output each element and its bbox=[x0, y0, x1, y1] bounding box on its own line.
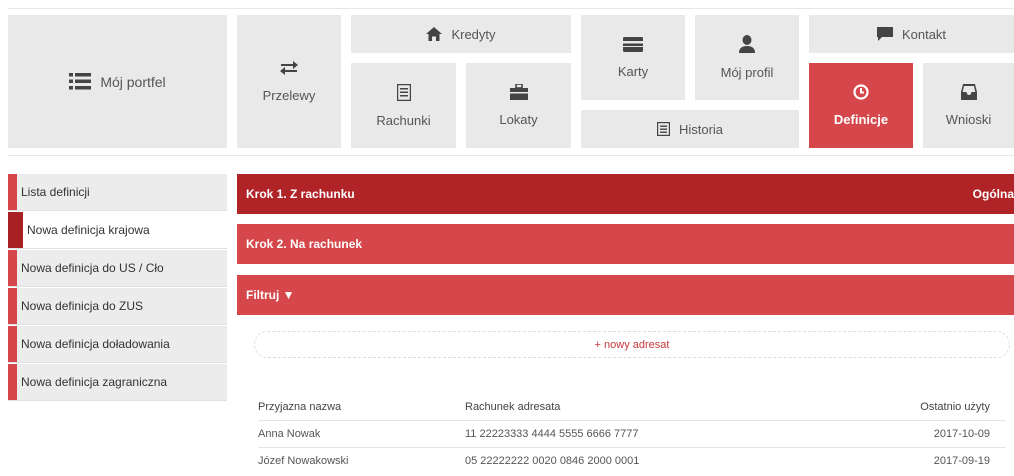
cell-last-used: 2017-09-19 bbox=[933, 455, 990, 467]
home-icon bbox=[426, 27, 443, 41]
top-divider bbox=[8, 8, 1014, 9]
cell-last-used: 2017-10-09 bbox=[933, 428, 990, 440]
sidebar-item-new-us-customs[interactable]: Nowa definicja do US / Cło bbox=[8, 250, 227, 287]
cell-friendly-name: Anna Nowak bbox=[258, 428, 321, 440]
clock-icon bbox=[853, 84, 869, 100]
step-2-to-account[interactable]: Krok 2. Na rachunek bbox=[237, 224, 1014, 264]
sidebar-item-label: Nowa definicja krajowa bbox=[27, 223, 150, 237]
table-row[interactable]: Anna Nowak 11 22223333 4444 5555 6666 77… bbox=[258, 420, 1006, 447]
nav-accounts-label: Rachunki bbox=[376, 112, 431, 128]
table-header: Przyjazna nazwa Rachunek adresata Ostatn… bbox=[258, 395, 1006, 419]
nav-transfers-label: Przelewy bbox=[262, 88, 316, 103]
cell-account: 05 22222222 0020 0846 2000 0001 bbox=[465, 455, 640, 467]
nav-cards[interactable]: Karty bbox=[581, 15, 685, 100]
sidebar-item-label: Lista definicji bbox=[21, 185, 90, 199]
ledger-icon bbox=[396, 83, 411, 101]
nav-applications[interactable]: Wnioski bbox=[923, 63, 1014, 148]
step-1-from-account[interactable]: Krok 1. Z rachunku Ogólna bbox=[237, 174, 1014, 214]
chat-icon bbox=[876, 27, 893, 41]
cell-account: 11 22223333 4444 5555 6666 7777 bbox=[465, 428, 639, 440]
header-divider bbox=[8, 155, 1014, 156]
nav-transfers[interactable]: Przelewy bbox=[237, 15, 341, 148]
nav-credits[interactable]: Kredyty bbox=[351, 15, 571, 53]
filter-toggle[interactable]: Filtruj ▼ bbox=[237, 275, 1014, 315]
nav-definitions[interactable]: Definicje bbox=[809, 63, 913, 148]
nav-deposits[interactable]: Lokaty bbox=[466, 63, 571, 148]
transfer-arrows-icon bbox=[279, 60, 299, 76]
filter-label: Filtruj ▼ bbox=[246, 288, 295, 302]
sidebar-item-new-zus[interactable]: Nowa definicja do ZUS bbox=[8, 288, 227, 325]
nav-my-portfolio[interactable]: Mój portfel bbox=[8, 15, 227, 148]
sidebar-item-new-topup[interactable]: Nowa definicja doładowania bbox=[8, 326, 227, 363]
nav-definitions-label: Definicje bbox=[833, 112, 889, 127]
nav-contact[interactable]: Kontakt bbox=[809, 15, 1014, 53]
step-2-label: Krok 2. Na rachunek bbox=[246, 237, 363, 251]
new-recipient-button[interactable]: + nowy adresat bbox=[254, 331, 1010, 358]
sidebar-item-label: Nowa definicja do ZUS bbox=[21, 299, 144, 313]
sidebar-item-new-domestic[interactable]: Nowa definicja krajowa bbox=[8, 212, 227, 249]
sidebar-item-label: Nowa definicja zagraniczna bbox=[21, 375, 168, 389]
sidebar-item-definition-list[interactable]: Lista definicji bbox=[8, 174, 227, 211]
nav-my-portfolio-label: Mój portfel bbox=[100, 73, 166, 90]
nav-my-profile-label: Mój profil bbox=[720, 65, 774, 80]
table-row[interactable]: Józef Nowakowski 05 22222222 0020 0846 2… bbox=[258, 447, 1006, 474]
nav-history[interactable]: Historia bbox=[581, 110, 799, 148]
sidebar-item-new-foreign[interactable]: Nowa definicja zagraniczna bbox=[8, 364, 227, 401]
nav-accounts[interactable]: Rachunki bbox=[351, 63, 456, 148]
new-recipient-label: + nowy adresat bbox=[594, 338, 670, 351]
card-icon bbox=[623, 36, 643, 52]
column-header-account: Rachunek adresata bbox=[465, 401, 561, 413]
nav-deposits-label: Lokaty bbox=[499, 112, 538, 127]
cell-friendly-name: Józef Nowakowski bbox=[258, 455, 349, 467]
briefcase-icon bbox=[509, 84, 528, 100]
nav-credits-label: Kredyty bbox=[451, 26, 496, 42]
step-1-summary: Ogólna bbox=[972, 187, 1014, 201]
sidebar-item-label: Nowa definicja do US / Cło bbox=[21, 261, 164, 275]
nav-my-profile[interactable]: Mój profil bbox=[695, 15, 799, 100]
nav-history-label: Historia bbox=[678, 121, 724, 137]
column-header-friendly-name: Przyjazna nazwa bbox=[258, 401, 342, 413]
nav-contact-label: Kontakt bbox=[901, 26, 947, 42]
user-icon bbox=[739, 35, 755, 53]
list-icon bbox=[69, 73, 92, 90]
nav-cards-label: Karty bbox=[617, 63, 649, 79]
nav-applications-label: Wnioski bbox=[945, 112, 992, 127]
step-1-label: Krok 1. Z rachunku bbox=[246, 187, 355, 201]
history-list-icon bbox=[656, 122, 670, 136]
sidebar-item-label: Nowa definicja doładowania bbox=[21, 337, 170, 351]
column-header-last-used: Ostatnio użyty bbox=[920, 401, 990, 413]
inbox-icon bbox=[960, 84, 977, 100]
